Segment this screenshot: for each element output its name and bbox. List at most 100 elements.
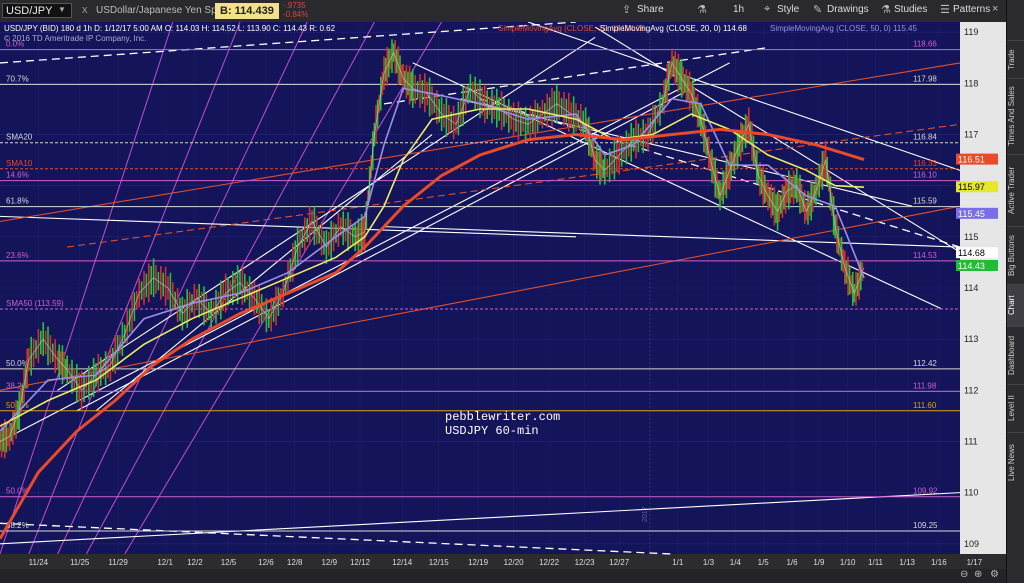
change-percent: -0.84% — [283, 10, 309, 19]
studies-icon: ⚗ — [881, 4, 891, 16]
price-tag-label: 116.51 — [958, 155, 985, 165]
patterns-icon: ☰ — [940, 4, 950, 16]
fib-level-label: 23.6% — [6, 251, 29, 260]
fib-level-price: 112.42 — [913, 359, 937, 368]
y-tick-label: 117 — [964, 130, 978, 140]
right-sidebar: Trade Times And Sales Active Trader Big But… — [1006, 0, 1024, 583]
studies-button[interactable]: Studies — [894, 4, 927, 15]
x-tick-label: 12/15 — [429, 558, 450, 567]
x-tick-label: 11/25 — [70, 558, 90, 567]
sidebar-tab-level-ii[interactable]: Level II — [1007, 384, 1024, 432]
zoom-in-icon[interactable]: ⊕ — [974, 569, 982, 580]
price-chart[interactable]: 20170.0% 118.6670.7% 117.98SMA20 116.84SMA1… — [0, 22, 1006, 569]
share-button[interactable]: Share — [637, 4, 664, 15]
timeframe-button[interactable]: 1h — [733, 4, 744, 15]
sidebar-tab-chart[interactable]: Chart — [1007, 284, 1024, 326]
x-tick-label: 12/5 — [221, 558, 237, 567]
x-tick-label: 12/23 — [575, 558, 596, 567]
x-tick-label: 12/27 — [609, 558, 630, 567]
y-tick-label: 110 — [964, 488, 978, 498]
symbol-multiplier-icon[interactable]: x — [82, 4, 88, 16]
y-tick-label: 114 — [964, 283, 978, 293]
fib-level-price: 114.53 — [913, 251, 937, 260]
change-readout: -.9735 -0.84% — [283, 1, 308, 19]
study-sma50-label: SimpleMovingAvg (CLOSE, 50, 0) 115.45 — [770, 24, 917, 33]
settings-icon[interactable]: ⚙ — [990, 569, 999, 580]
x-tick-label: 12/6 — [258, 558, 274, 567]
x-tick-label: 1/10 — [840, 558, 856, 567]
fib-level-price: 116.33 — [913, 159, 937, 168]
toolbar: USD/JPY ▼ x USDollar/Japanese Yen Spot B… — [0, 0, 1006, 23]
x-tick-label: 12/19 — [468, 558, 489, 567]
style-button[interactable]: Style — [777, 4, 799, 15]
drawings-button[interactable]: Drawings — [827, 4, 869, 15]
fib-level-price: 116.10 — [913, 171, 937, 180]
zoom-out-icon[interactable]: ⊖ — [960, 569, 968, 580]
sidebar-tab-live-news[interactable]: Live News — [1007, 432, 1024, 492]
x-tick-label: 12/1 — [157, 558, 173, 567]
chevron-down-icon[interactable]: ▼ — [58, 5, 66, 14]
y-tick-label: 118 — [964, 78, 978, 88]
fib-level-label: SMA50 (113.59) — [6, 299, 64, 308]
price-tag-label: 115.45 — [958, 209, 985, 219]
x-tick-label: 1/6 — [786, 558, 798, 567]
pencil-icon: ✎ — [813, 4, 823, 16]
x-tick-label: 1/3 — [703, 558, 715, 567]
chart-header: USD/JPY (BID) 180 d 1h D: 1/12/17 5:00 A… — [4, 24, 336, 33]
x-tick-label: 1/11 — [868, 558, 884, 567]
fib-level-price: 117.98 — [913, 74, 937, 83]
fib-level-price: 109.25 — [913, 521, 938, 530]
x-tick-label: 1/17 — [967, 558, 983, 567]
x-tick-label: 12/22 — [539, 558, 560, 567]
fib-level-label: SMA10 — [6, 159, 33, 168]
instrument-name: USDollar/Japanese Yen Spot — [96, 5, 225, 16]
bottom-bar: ⊖ ⊕ ⚙ — [0, 569, 1006, 583]
x-tick-label: 1/13 — [899, 558, 915, 567]
sidebar-tab-active-trader[interactable]: Active Trader — [1007, 154, 1024, 226]
fib-level-label: SMA20 — [6, 133, 33, 142]
x-tick-label: 1/5 — [758, 558, 770, 567]
sidebar-tab-times-and-sales[interactable]: Times And Sales — [1007, 78, 1024, 154]
x-tick-label: 12/14 — [392, 558, 413, 567]
watermark-title: USDJPY 60-min — [445, 424, 539, 438]
sidebar-tab-trade[interactable]: Trade — [1007, 40, 1024, 78]
fib-level-price: 116.84 — [913, 133, 937, 142]
watermark-site: pebblewriter.com — [445, 410, 560, 424]
y-tick-label: 115 — [964, 232, 978, 242]
fib-level-price: 115.59 — [913, 197, 937, 206]
share-icon: ⇪ — [622, 4, 632, 16]
x-tick-label: 12/8 — [287, 558, 303, 567]
change-value: -.9735 — [283, 1, 306, 10]
fib-level-price: 109.92 — [913, 487, 938, 496]
sidebar-tab-big-buttons[interactable]: Big Buttons — [1007, 226, 1024, 284]
y-tick-label: 112 — [964, 385, 978, 395]
price-tag-label: 115.97 — [958, 182, 985, 192]
fib-level-label: 14.6% — [6, 171, 29, 180]
copyright-label: © 2016 TD Ameritrade IP Company, Inc. — [4, 34, 146, 43]
close-icon[interactable]: × — [992, 3, 998, 15]
y-tick-label: 109 — [964, 539, 979, 549]
bid-price-badge: B: 114.439 — [215, 3, 279, 19]
year-marker-label: 2017 — [642, 506, 649, 522]
fib-level-label: 70.7% — [6, 74, 29, 83]
study-sma20-label: SimpleMovingAvg (CLOSE, 20, 0) 114.68 — [600, 24, 747, 33]
x-tick-label: 1/9 — [813, 558, 825, 567]
price-tag-label: 114.43 — [958, 261, 985, 271]
flask-icon[interactable]: ⚗ — [697, 3, 707, 16]
sidebar-tab-dashboard[interactable]: Dashboard — [1007, 326, 1024, 384]
x-tick-label: 1/1 — [672, 558, 684, 567]
x-tick-label: 1/16 — [931, 558, 947, 567]
y-tick-label: 113 — [964, 334, 978, 344]
price-tag-label: 114.68 — [958, 248, 985, 258]
fib-level-price: 111.98 — [913, 381, 937, 390]
y-tick-label: 119 — [964, 27, 978, 37]
y-tick-label: 111 — [964, 436, 978, 446]
patterns-button[interactable]: Patterns — [953, 4, 990, 15]
fib-level-price: 118.66 — [913, 40, 937, 49]
x-tick-label: 11/29 — [108, 558, 128, 567]
x-tick-label: 1/4 — [730, 558, 742, 567]
x-tick-label: 12/20 — [504, 558, 525, 567]
x-tick-label: 12/9 — [321, 558, 337, 567]
x-tick-label: 11/24 — [29, 558, 49, 567]
x-tick-label: 12/2 — [187, 558, 203, 567]
